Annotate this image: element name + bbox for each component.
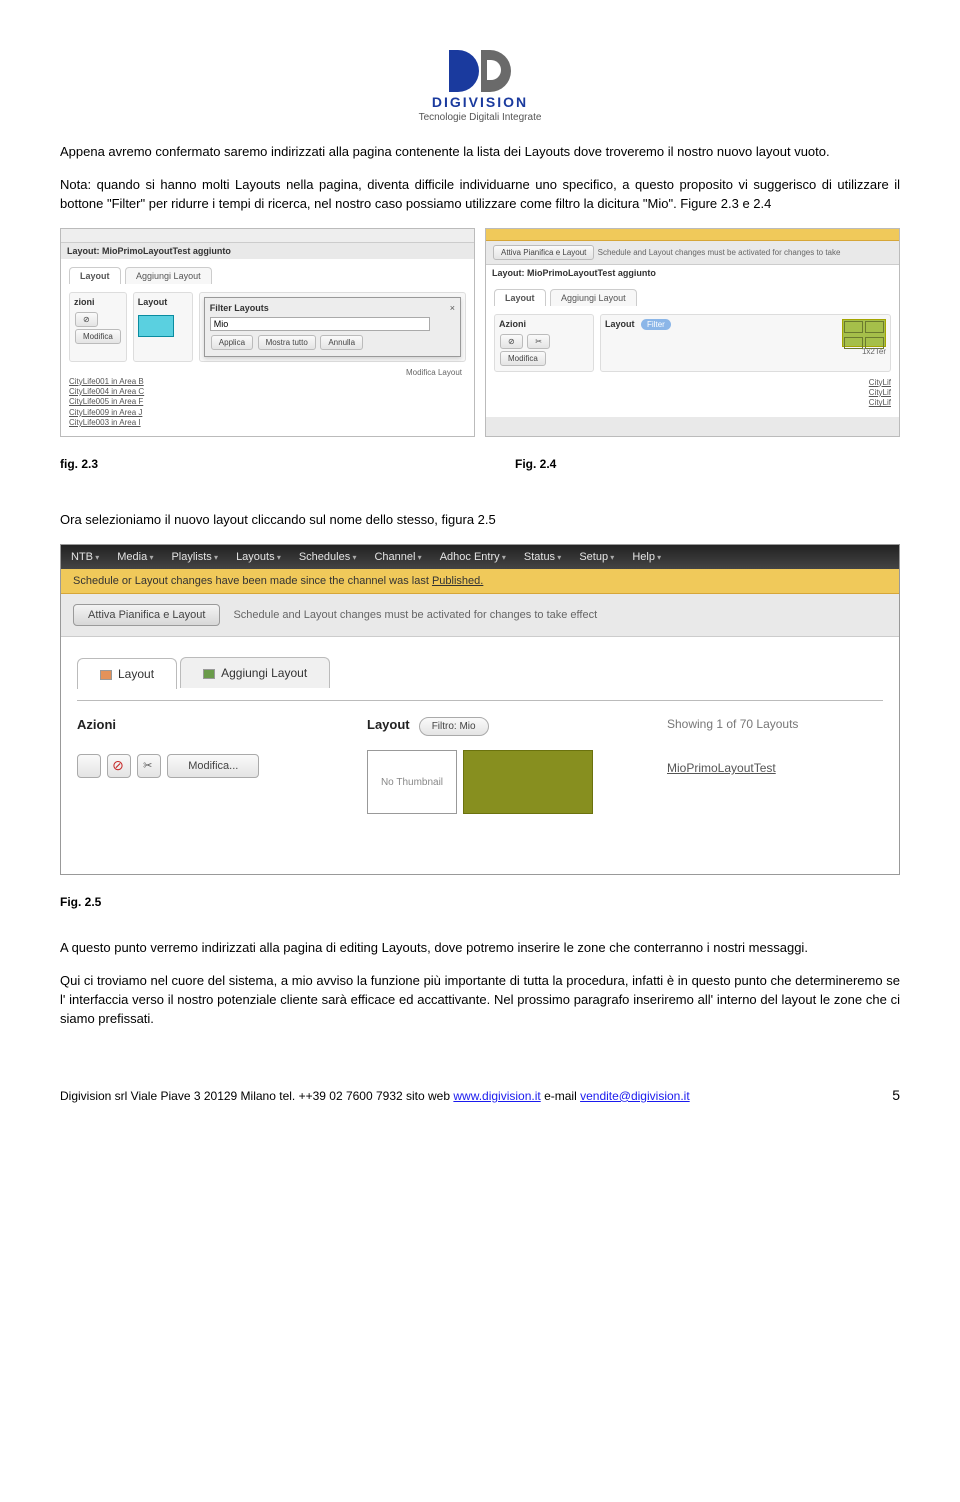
paragraph-2: Nota: quando si hanno molti Layouts nell…: [60, 176, 900, 214]
paragraph-1: Appena avremo confermato saremo indirizz…: [60, 143, 900, 162]
layout-name-link[interactable]: MioPrimoLayoutTest: [667, 761, 776, 775]
layout-list-item[interactable]: CityLife009 in Area J: [69, 408, 466, 418]
paragraph-4: A questo punto verremo indirizzati alla …: [60, 939, 900, 958]
nav-layouts[interactable]: Layouts: [236, 551, 281, 563]
shot2-title: Layout: MioPrimoLayoutTest aggiunto: [486, 265, 899, 281]
filter-title: Filter Layouts: [210, 303, 269, 317]
nav-media[interactable]: Media: [117, 551, 153, 563]
published-link[interactable]: Published.: [432, 575, 483, 587]
cut-button[interactable]: [137, 754, 161, 778]
filter-button[interactable]: Filter: [641, 319, 671, 330]
layout-list-item[interactable]: CityLife005 in Area F: [69, 397, 466, 407]
caption-fig-2-4: Fig. 2.4: [445, 457, 900, 471]
layout-icon: [100, 670, 112, 680]
modifica-button[interactable]: Modifica: [500, 351, 546, 366]
tab-layout[interactable]: Layout: [69, 267, 121, 284]
layout-list-item[interactable]: CityLif: [494, 388, 891, 398]
layout-thumbnail[interactable]: [463, 750, 593, 814]
tab-aggiungi-layout[interactable]: Aggiungi Layout: [125, 267, 212, 284]
logo-text: DIGIVISION: [419, 94, 542, 110]
no-thumbnail: No Thumbnail: [367, 750, 457, 814]
logo-tagline: Tecnologie Digitali Integrate: [419, 112, 542, 123]
layout-list-item[interactable]: CityLif: [494, 378, 891, 388]
screenshot-fig-2-3: Layout: MioPrimoLayoutTest aggiunto Layo…: [60, 228, 475, 438]
paragraph-3: Ora selezioniamo il nuovo layout cliccan…: [60, 511, 900, 530]
nav-help[interactable]: Help: [632, 551, 661, 563]
shot1-title: Layout: MioPrimoLayoutTest aggiunto: [61, 243, 474, 259]
annulla-button[interactable]: Annulla: [320, 335, 363, 350]
attiva-button[interactable]: Attiva Pianifica e Layout: [493, 245, 594, 260]
action-button[interactable]: ⊘: [75, 312, 98, 327]
select-checkbox[interactable]: [77, 754, 101, 778]
publish-warning: Schedule or Layout changes have been mad…: [61, 569, 899, 594]
panel-azioni: zioni: [74, 297, 122, 311]
nav-ntb[interactable]: NTB: [71, 551, 99, 563]
tab-aggiungi-layout[interactable]: Aggiungi Layout: [550, 289, 637, 306]
caption-fig-2-5: Fig. 2.5: [60, 895, 900, 909]
website-link[interactable]: www.digivision.it: [453, 1089, 540, 1103]
nav-schedules[interactable]: Schedules: [299, 551, 357, 563]
attiva-pianifica-button[interactable]: Attiva Pianifica e Layout: [73, 604, 220, 626]
page-footer: Digivision srl Viale Piave 3 20129 Milan…: [60, 1089, 900, 1103]
action-button[interactable]: ✂: [527, 334, 550, 349]
logo-glyph: [419, 50, 542, 92]
main-nav: NTB Media Playlists Layouts Schedules Ch…: [61, 545, 899, 569]
tab-layout[interactable]: Layout: [77, 658, 177, 689]
layout-list-item[interactable]: CityLif: [494, 398, 891, 408]
filter-popup: Filter Layouts × Applica Mostra tutto An…: [204, 297, 461, 357]
applica-button[interactable]: Applica: [211, 335, 253, 350]
screenshot-fig-2-4: Attiva Pianifica e Layout Schedule and L…: [485, 228, 900, 438]
layout-list-item[interactable]: CityLife003 in Area I: [69, 418, 466, 428]
column-azioni: Azioni: [77, 717, 367, 732]
tab-layout[interactable]: Layout: [494, 289, 546, 306]
notice-text: Schedule and Layout changes must be acti…: [598, 248, 841, 257]
nav-status[interactable]: Status: [524, 551, 561, 563]
modifica-layout-label: Modifica Layout: [69, 368, 466, 377]
paragraph-5: Qui ci troviamo nel cuore del sistema, a…: [60, 972, 900, 1029]
caption-fig-2-3: fig. 2.3: [60, 457, 445, 471]
page-number: 5: [892, 1087, 900, 1103]
email-link[interactable]: vendite@digivision.it: [580, 1089, 690, 1103]
action-button[interactable]: ⊘: [500, 334, 523, 349]
activate-notice: Attiva Pianifica e Layout Schedule and L…: [61, 594, 899, 637]
column-layout: Layout: [367, 717, 410, 732]
filtro-pill[interactable]: Filtro: Mio: [419, 717, 489, 736]
layout-list-item[interactable]: CityLife004 in Area C: [69, 387, 466, 397]
nav-setup[interactable]: Setup: [579, 551, 614, 563]
add-layout-icon: [203, 669, 215, 679]
nav-channel[interactable]: Channel: [374, 551, 421, 563]
screenshot-fig-2-5: NTB Media Playlists Layouts Schedules Ch…: [60, 544, 900, 875]
panel-azioni: Azioni: [499, 319, 589, 333]
layout-list-item[interactable]: CityLife001 in Area B: [69, 377, 466, 387]
notice-message: Schedule and Layout changes must be acti…: [233, 609, 597, 621]
nav-adhoc[interactable]: Adhoc Entry: [440, 551, 506, 563]
header-logo: DIGIVISION Tecnologie Digitali Integrate: [60, 50, 900, 123]
modifica-button[interactable]: Modifica...: [167, 754, 259, 778]
delete-button[interactable]: [107, 754, 131, 778]
panel-layout: Layout: [138, 297, 188, 311]
mostra-tutto-button[interactable]: Mostra tutto: [258, 335, 316, 350]
nav-playlists[interactable]: Playlists: [171, 551, 218, 563]
layout-thumbnail: [842, 319, 886, 347]
filter-input[interactable]: [210, 317, 431, 331]
close-icon[interactable]: ×: [450, 303, 455, 317]
modifica-button[interactable]: Modifica: [75, 329, 121, 344]
tab-aggiungi-layout[interactable]: Aggiungi Layout: [180, 657, 330, 688]
panel-layout: Layout: [605, 319, 635, 333]
showing-count: Showing 1 of 70 Layouts: [667, 717, 883, 731]
